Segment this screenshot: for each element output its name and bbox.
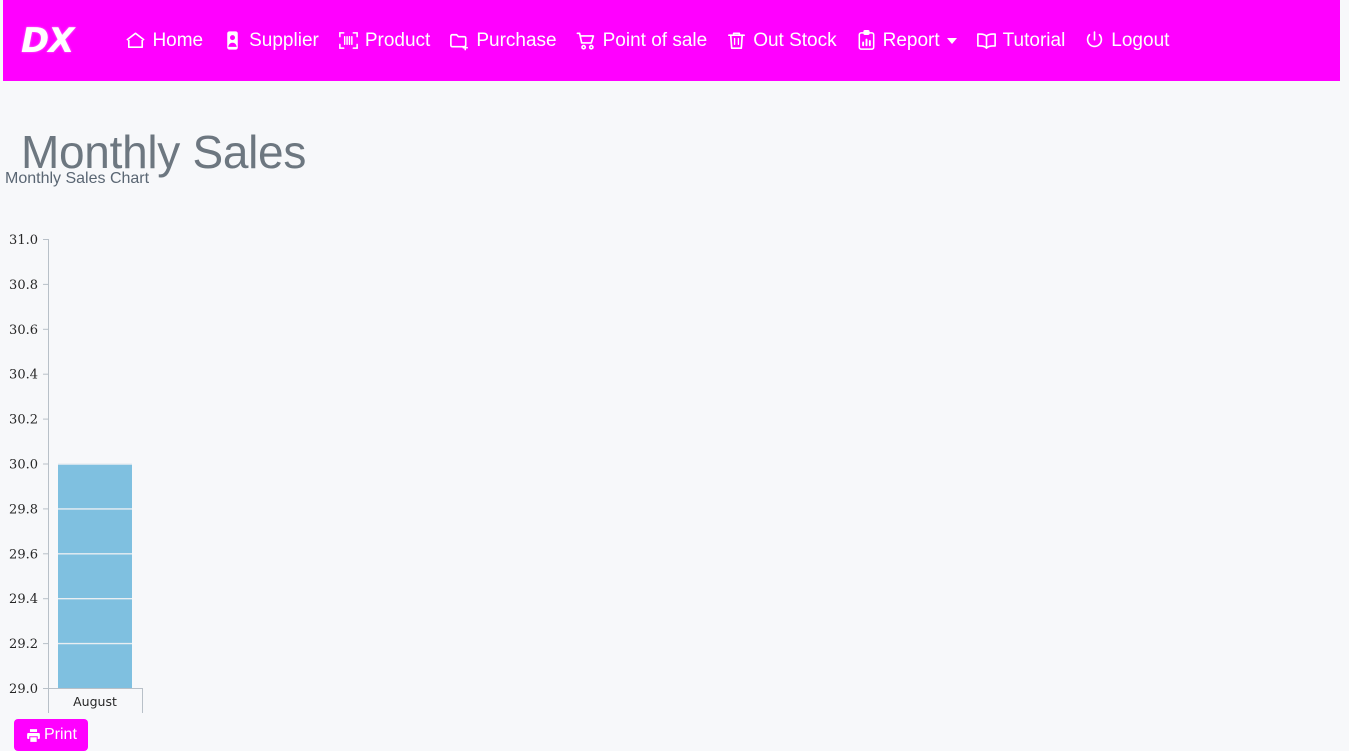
nav-item-product[interactable]: Product bbox=[328, 23, 439, 58]
x-axis-tick-label: August bbox=[73, 694, 117, 709]
y-axis-tick-label: 30.2 bbox=[9, 413, 38, 428]
nav-item-point-of-sale[interactable]: Point of sale bbox=[566, 23, 717, 58]
folder-plus-icon bbox=[448, 29, 471, 52]
nav-items: Home Supplier Product Purchase Point of … bbox=[115, 23, 1178, 58]
y-axis-tick-label: 30.8 bbox=[9, 278, 38, 293]
y-axis-tick-label: 29.0 bbox=[9, 682, 38, 697]
nav-item-report-label: Report bbox=[882, 30, 940, 51]
nav-item-point-of-sale-label: Point of sale bbox=[602, 30, 708, 51]
nav-item-out-stock[interactable]: Out Stock bbox=[716, 23, 845, 58]
chart-canvas: 29.0 29.2 29.4 29.6 29.8 30.0 30.2 30.4 30.6 30.8… bbox=[9, 233, 143, 713]
nav-item-home[interactable]: Home bbox=[115, 23, 212, 58]
nav-item-report[interactable]: Report bbox=[846, 23, 966, 58]
y-axis-tick-label: 29.4 bbox=[9, 592, 38, 607]
page-subtitle: Monthly Sales Chart bbox=[5, 170, 150, 187]
monthly-sales-chart: 29.0 29.2 29.4 29.6 29.8 30.0 30.2 30.4 30.6 30.8… bbox=[0, 225, 330, 715]
barcode-icon bbox=[337, 29, 360, 52]
y-axis-tick-label: 29.6 bbox=[9, 547, 38, 562]
book-icon bbox=[975, 29, 998, 52]
nav-item-logout-label: Logout bbox=[1111, 30, 1170, 51]
nav-item-product-label: Product bbox=[364, 30, 431, 51]
nav-item-purchase[interactable]: Purchase bbox=[439, 23, 565, 58]
nav-item-supplier-label: Supplier bbox=[249, 30, 319, 51]
y-axis-tick-label: 29.2 bbox=[9, 637, 38, 652]
nav-item-out-stock-label: Out Stock bbox=[753, 30, 837, 51]
y-axis-tick-label: 30.0 bbox=[9, 458, 38, 473]
y-axis-tick-label: 31.0 bbox=[9, 233, 38, 248]
shopping-cart-icon bbox=[575, 29, 598, 52]
y-axis-tick-label: 30.4 bbox=[9, 368, 38, 383]
printer-icon bbox=[25, 727, 42, 744]
print-button-label: Print bbox=[44, 726, 77, 743]
top-navbar: DX Home Supplier Product Purchase Point … bbox=[3, 0, 1340, 81]
nav-item-purchase-label: Purchase bbox=[476, 30, 557, 51]
nav-item-tutorial[interactable]: Tutorial bbox=[966, 23, 1075, 58]
report-chart-icon bbox=[855, 29, 878, 52]
bar-august[interactable] bbox=[58, 463, 132, 689]
y-axis-tick-label: 29.8 bbox=[9, 502, 38, 517]
y-axis-tick-label: 30.6 bbox=[9, 323, 38, 338]
power-icon bbox=[1083, 29, 1106, 52]
nav-item-home-label: Home bbox=[152, 30, 204, 51]
brand-logo[interactable]: DX bbox=[21, 24, 74, 58]
nav-item-supplier[interactable]: Supplier bbox=[212, 23, 328, 58]
contact-card-icon bbox=[221, 29, 244, 52]
chevron-down-icon[interactable] bbox=[946, 37, 957, 44]
print-button[interactable]: Print bbox=[14, 719, 88, 751]
nav-item-logout[interactable]: Logout bbox=[1074, 23, 1178, 58]
scrollbar-gutter[interactable] bbox=[1340, 0, 1349, 750]
nav-item-tutorial-label: Tutorial bbox=[1002, 30, 1066, 51]
home-icon bbox=[124, 29, 147, 52]
trash-icon bbox=[725, 29, 748, 52]
